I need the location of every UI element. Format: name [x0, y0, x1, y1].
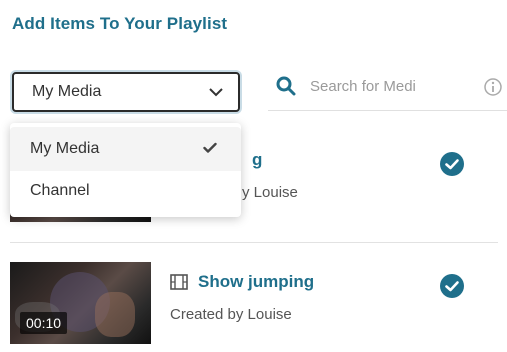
menu-option-label: Channel: [30, 182, 90, 199]
list-item: 00:10 Show jumping Created by Louise: [10, 262, 498, 344]
search-input[interactable]: [310, 77, 460, 95]
divider: [10, 242, 498, 243]
menu-option-label: My Media: [30, 140, 100, 157]
item-created-by: Created by Louise: [170, 306, 292, 323]
checkmark-icon: [203, 142, 217, 153]
media-source-menu: My Media Channel: [10, 123, 241, 217]
search-icon[interactable]: [276, 76, 296, 96]
video-thumbnail[interactable]: 00:10: [10, 262, 151, 344]
menu-option-channel[interactable]: Channel: [10, 169, 241, 213]
duration-badge: 00:10: [20, 312, 68, 334]
check-circle-icon[interactable]: [440, 274, 464, 298]
film-icon: [170, 274, 188, 290]
item-title[interactable]: g: [252, 150, 262, 170]
item-created-by: y Louise: [242, 184, 298, 201]
chevron-down-icon: [208, 84, 224, 100]
search-bar: [268, 62, 507, 111]
menu-option-my-media[interactable]: My Media: [10, 127, 241, 171]
check-circle-icon[interactable]: [440, 152, 464, 176]
media-source-select[interactable]: My Media: [12, 72, 240, 112]
media-source-selected: My Media: [32, 83, 102, 100]
info-icon[interactable]: [483, 77, 503, 97]
panel-title: Add Items To Your Playlist: [12, 14, 228, 33]
item-title[interactable]: Show jumping: [198, 272, 314, 292]
